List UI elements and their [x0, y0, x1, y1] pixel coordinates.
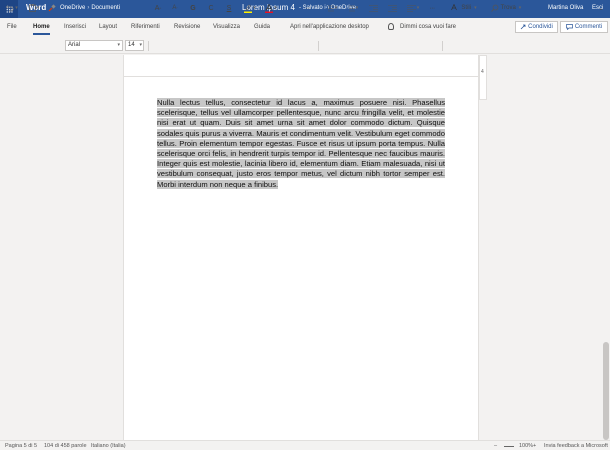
- undo-icon: [6, 4, 14, 11]
- shrink-font-button[interactable]: Aˇ: [170, 2, 180, 14]
- tab-visualizza[interactable]: Visualizza: [213, 24, 240, 30]
- page-header-boundary: [123, 76, 479, 77]
- breadcrumb-onedrive[interactable]: OneDrive: [60, 5, 85, 11]
- numbered-list-icon: [345, 5, 355, 11]
- chevron-down-icon: ▾: [117, 42, 120, 48]
- ruler-number: 4: [481, 69, 484, 75]
- highlighter-icon: [244, 4, 253, 13]
- underline-button[interactable]: S: [224, 2, 234, 14]
- more-font-options-button[interactable]: ···: [302, 2, 314, 14]
- chevron-down-icon: ▾: [36, 5, 40, 11]
- increase-indent-button[interactable]: [387, 2, 397, 14]
- tab-home[interactable]: Home: [33, 24, 50, 35]
- grow-font-button[interactable]: A ^: [153, 2, 163, 14]
- tab-open-desktop[interactable]: Apri nell'applicazione desktop: [290, 24, 369, 30]
- tab-guida[interactable]: Guida: [254, 24, 270, 30]
- zoom-in-button[interactable]: +: [533, 443, 536, 449]
- comments-button[interactable]: Commenti: [560, 21, 608, 33]
- share-icon: [520, 24, 526, 30]
- tab-riferimenti[interactable]: Riferimenti: [131, 24, 160, 30]
- format-painter-button[interactable]: [47, 2, 57, 14]
- toolbar-divider: [148, 41, 149, 51]
- chevron-down-icon: ▾: [253, 5, 256, 11]
- comment-icon: [565, 24, 573, 30]
- paintbrush-icon: [48, 4, 56, 12]
- numbering-button[interactable]: ▾: [344, 2, 360, 14]
- user-name[interactable]: Martina Oliva: [548, 5, 583, 11]
- vertical-ruler: [479, 55, 487, 100]
- breadcrumb: OneDrive › Documenti: [60, 5, 120, 11]
- selected-text[interactable]: Nulla lectus tellus, consectetur id lacu…: [157, 98, 445, 189]
- styles-icon: [451, 4, 460, 12]
- bullets-button[interactable]: ▾: [323, 2, 339, 14]
- font-color-icon: [265, 3, 274, 13]
- search-icon: [490, 4, 499, 12]
- find-label: Trova: [500, 5, 516, 11]
- word-count[interactable]: 104 di 458 parole: [44, 443, 87, 449]
- bullet-list-icon: [324, 4, 334, 12]
- chevron-down-icon: ▾: [274, 5, 277, 11]
- scrollbar-thumb[interactable]: [603, 342, 609, 440]
- undo-button[interactable]: ▾: [5, 2, 19, 14]
- page-count: Pagina 5 di 5: [5, 443, 38, 449]
- ribbon-tabs: File Home Inserisci Layout Riferimenti R…: [0, 18, 610, 38]
- comments-label: Commenti: [574, 24, 603, 30]
- breadcrumb-separator: ›: [87, 5, 90, 11]
- font-size-select[interactable]: 14 ▾: [125, 40, 144, 51]
- chevron-down-icon: ▾: [334, 5, 338, 11]
- styles-button[interactable]: Stili ▾: [447, 2, 481, 14]
- chevron-down-icon: ▾: [518, 5, 522, 11]
- share-label: Condividi: [528, 24, 553, 30]
- caret-up-icon: ^: [159, 5, 162, 11]
- tab-revisione[interactable]: Revisione: [174, 24, 200, 30]
- font-name-value: Arial: [68, 42, 81, 48]
- chevron-down-icon: ▾: [474, 5, 477, 11]
- toolbar-divider: [442, 41, 443, 51]
- align-button[interactable]: ▾: [405, 2, 421, 14]
- chevron-down-icon: ▾: [416, 5, 420, 11]
- decrease-indent-button[interactable]: [368, 2, 378, 14]
- font-color-button[interactable]: ▾: [263, 2, 279, 14]
- styles-label: Stili: [461, 5, 472, 11]
- zoom-out-button[interactable]: –: [494, 443, 497, 449]
- language-indicator[interactable]: Italiano (Italia): [91, 443, 126, 449]
- zoom-level[interactable]: 100%: [519, 443, 533, 449]
- bold-button[interactable]: G: [188, 2, 198, 14]
- chevron-down-icon: ⌄: [598, 5, 604, 12]
- clipboard-icon: [28, 4, 36, 12]
- caret-down-icon: ˇ: [176, 5, 178, 11]
- toolbar-divider: [318, 41, 319, 51]
- tab-file[interactable]: File: [7, 24, 17, 30]
- highlight-button[interactable]: ▾: [242, 2, 258, 14]
- more-paragraph-options-button[interactable]: ···: [426, 2, 438, 14]
- status-bar: Pagina 5 di 5 104 di 458 parole Italiano…: [0, 440, 610, 450]
- tell-me-search[interactable]: Dimmi cosa vuoi fare: [400, 24, 456, 30]
- font-size-value: 14: [128, 42, 135, 48]
- paste-button[interactable]: ▾: [27, 2, 41, 14]
- align-left-icon: [406, 4, 416, 12]
- document-paragraph[interactable]: Nulla lectus tellus, consectetur id lacu…: [157, 98, 445, 190]
- font-name-select[interactable]: Arial ▾: [65, 40, 123, 51]
- collapse-ribbon-button[interactable]: ⌄: [596, 2, 606, 14]
- lightbulb-icon: [388, 23, 394, 30]
- italic-button[interactable]: C: [206, 2, 216, 14]
- chevron-down-icon: ▾: [355, 5, 359, 11]
- zoom-slider[interactable]: [504, 446, 514, 447]
- indent-icon: [387, 4, 397, 12]
- outdent-icon: [368, 4, 378, 12]
- feedback-link[interactable]: Invia feedback a Microsoft: [544, 443, 608, 449]
- tab-inserisci[interactable]: Inserisci: [64, 24, 86, 30]
- tab-layout[interactable]: Layout: [99, 24, 117, 30]
- find-button[interactable]: Trova ▾: [488, 2, 524, 14]
- share-button[interactable]: Condividi: [515, 21, 558, 33]
- breadcrumb-documenti[interactable]: Documenti: [91, 5, 120, 11]
- chevron-down-icon: ▾: [15, 5, 18, 11]
- chevron-down-icon: ▾: [139, 42, 142, 48]
